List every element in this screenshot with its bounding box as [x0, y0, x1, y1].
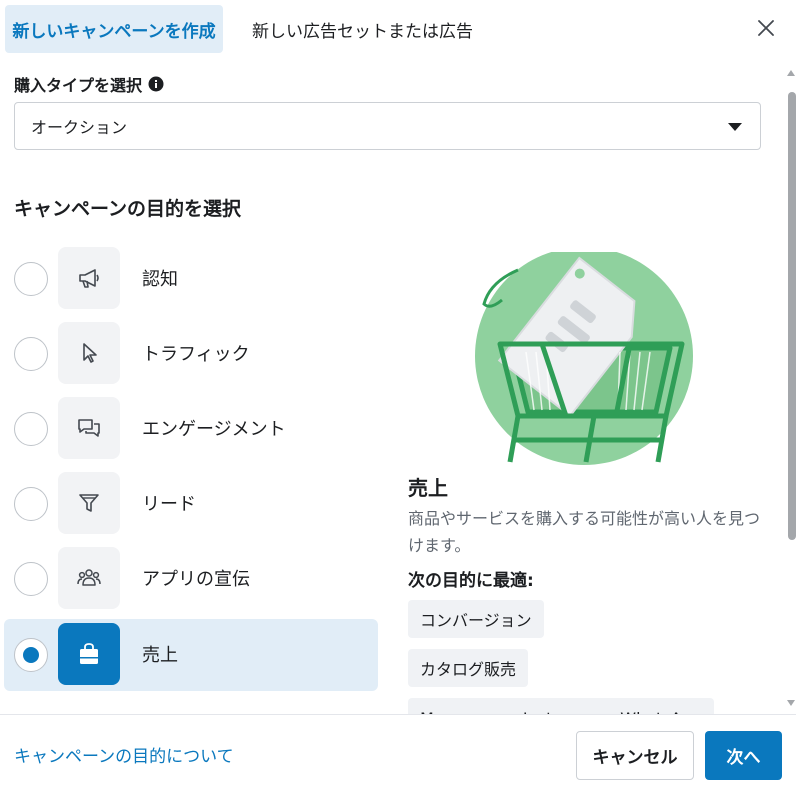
best-for-tag: Messenger、Instagram、WhatsApp	[408, 698, 714, 714]
objective-section-title: キャンペーンの目的を選択	[14, 198, 242, 220]
objective-icon-tile	[58, 623, 120, 685]
buying-type-label: 購入タイプを選択	[14, 72, 164, 96]
people-icon	[77, 569, 101, 586]
objective-label: エンゲージメント	[142, 419, 286, 440]
next-button[interactable]: 次へ	[705, 731, 782, 780]
objective-radio[interactable]	[14, 412, 48, 446]
objective-traffic[interactable]: トラフィック	[4, 318, 378, 390]
chat-bubbles-icon	[78, 419, 100, 437]
objective-radio[interactable]	[14, 487, 48, 521]
objective-sales[interactable]: 売上	[4, 619, 378, 691]
scrollbar-thumb[interactable]	[788, 92, 796, 540]
objective-detail-title: 売上	[408, 476, 448, 500]
objective-icon-tile	[58, 322, 120, 384]
buying-type-select[interactable]: オークション	[14, 102, 761, 150]
best-for-tag: カタログ販売	[408, 649, 529, 687]
objective-engagement[interactable]: エンゲージメント	[4, 393, 378, 465]
objective-icon-tile	[58, 397, 120, 459]
objective-radio-checked[interactable]	[14, 638, 48, 672]
caret-down-icon	[728, 123, 742, 131]
objective-label: アプリの宣伝	[142, 569, 250, 590]
objective-radio[interactable]	[14, 262, 48, 296]
objective-radio[interactable]	[14, 562, 48, 596]
objective-app-promotion[interactable]: アプリの宣伝	[4, 543, 378, 615]
objective-leads[interactable]: リード	[4, 468, 378, 540]
objective-label: リード	[142, 494, 196, 515]
objective-radio[interactable]	[14, 337, 48, 371]
dialog-body: 購入タイプを選択 オークション キャンペーンの目的を選択 認知 トラフィック エ…	[0, 0, 784, 714]
shopping-bag-icon	[80, 643, 98, 664]
sales-illustration-icon	[475, 252, 693, 465]
objective-icon-tile	[58, 247, 120, 309]
filter-icon	[79, 494, 99, 512]
objective-icon-tile	[58, 547, 120, 609]
footer-divider	[0, 714, 796, 715]
objective-label: 認知	[142, 269, 178, 290]
megaphone-icon	[79, 269, 99, 288]
about-objectives-link[interactable]: キャンペーンの目的について	[14, 742, 234, 767]
objective-label: トラフィック	[142, 344, 250, 365]
cancel-button[interactable]: キャンセル	[576, 731, 694, 780]
best-for-label: 次の目的に最適:	[408, 571, 534, 591]
scroll-down-arrow-icon[interactable]	[786, 698, 796, 708]
buying-type-label-text: 購入タイプを選択	[14, 76, 143, 95]
cursor-icon	[83, 343, 97, 363]
buying-type-value: オークション	[31, 118, 128, 137]
objective-detail-description: 商品やサービスを購入する可能性が高い人を見つけます。	[408, 509, 761, 555]
scroll-up-arrow-icon[interactable]	[786, 68, 796, 78]
info-icon[interactable]	[148, 76, 164, 92]
objective-icon-tile	[58, 472, 120, 534]
objective-awareness[interactable]: 認知	[4, 243, 378, 315]
objective-label: 売上	[142, 645, 178, 666]
best-for-tag: コンバージョン	[408, 600, 544, 638]
